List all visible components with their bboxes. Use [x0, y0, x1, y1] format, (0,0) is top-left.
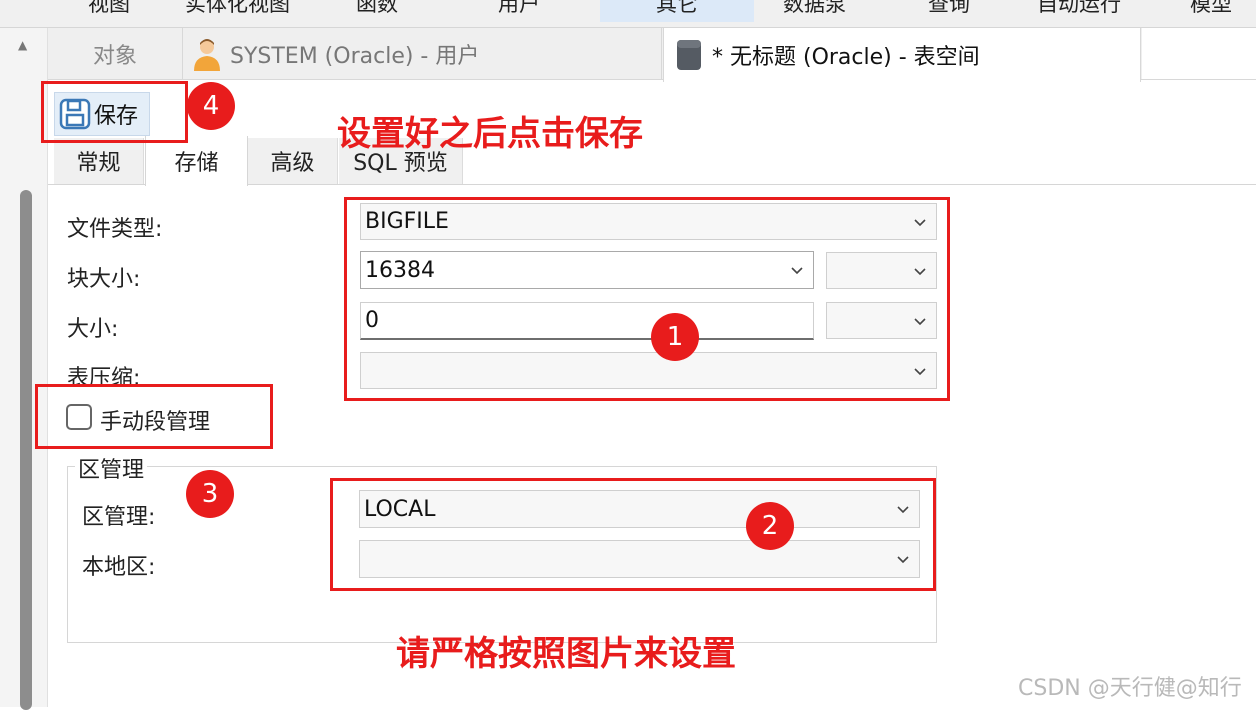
- annotation-box-storage: [344, 197, 950, 401]
- subtab-advanced[interactable]: 高级: [248, 138, 338, 184]
- annotation-badge-3: 3: [186, 470, 234, 518]
- annotation-badge-1: 1: [651, 313, 699, 361]
- extent-group-title: 区管理: [75, 452, 148, 484]
- tab-strip-empty: [1142, 28, 1256, 80]
- subtab-general[interactable]: 常规: [54, 138, 144, 184]
- watermark: CSDN @天行健@知行: [1018, 676, 1242, 701]
- size-label: 大小:: [67, 317, 119, 342]
- tablespace-icon: [676, 39, 702, 71]
- menu-item-query[interactable]: 查询: [928, 0, 970, 18]
- tab-tablespace-label: * 无标题 (Oracle) - 表空间: [712, 45, 980, 70]
- annotation-box-save: [41, 81, 188, 143]
- annotation-box-manual-segment: [35, 384, 273, 449]
- annotation-note-save: 设置好之后点击保存: [337, 114, 643, 154]
- menu-item-function[interactable]: 函数: [356, 0, 398, 18]
- scroll-up-icon[interactable]: ▲: [18, 38, 27, 52]
- tab-objects[interactable]: 对象: [48, 28, 183, 80]
- menu-item-materialized-view[interactable]: 实体化视图: [185, 0, 290, 18]
- tab-tablespace[interactable]: * 无标题 (Oracle) - 表空间: [663, 28, 1141, 82]
- block-size-label: 块大小:: [67, 267, 141, 292]
- local-extent-label: 本地区:: [82, 555, 156, 580]
- menu-item-automation[interactable]: 自动运行: [1037, 0, 1121, 18]
- extent-management-label: 区管理:: [82, 505, 156, 530]
- menu-item-view[interactable]: 视图: [88, 0, 130, 18]
- vertical-scrollbar[interactable]: [20, 190, 32, 710]
- file-type-label: 文件类型:: [67, 217, 163, 242]
- annotation-note-strict: 请严格按照图片来设置: [396, 634, 736, 674]
- menu-item-model[interactable]: 模型: [1190, 0, 1232, 18]
- subtab-storage[interactable]: 存储: [145, 136, 248, 186]
- menu-item-user[interactable]: 用户: [498, 0, 540, 18]
- menu-item-other[interactable]: 其它: [600, 0, 754, 22]
- menu-bar: 视图 实体化视图 函数 用户 其它 数据泵 查询 自动运行 模型: [0, 0, 1256, 28]
- menu-item-data-pump[interactable]: 数据泵: [783, 0, 846, 18]
- annotation-box-extent: [330, 478, 936, 591]
- tab-user[interactable]: SYSTEM (Oracle) - 用户: [184, 28, 662, 80]
- annotation-badge-2: 2: [746, 502, 794, 550]
- tab-user-label: SYSTEM (Oracle) - 用户: [230, 44, 480, 69]
- user-icon: [192, 37, 222, 71]
- annotation-badge-4: 4: [187, 82, 235, 130]
